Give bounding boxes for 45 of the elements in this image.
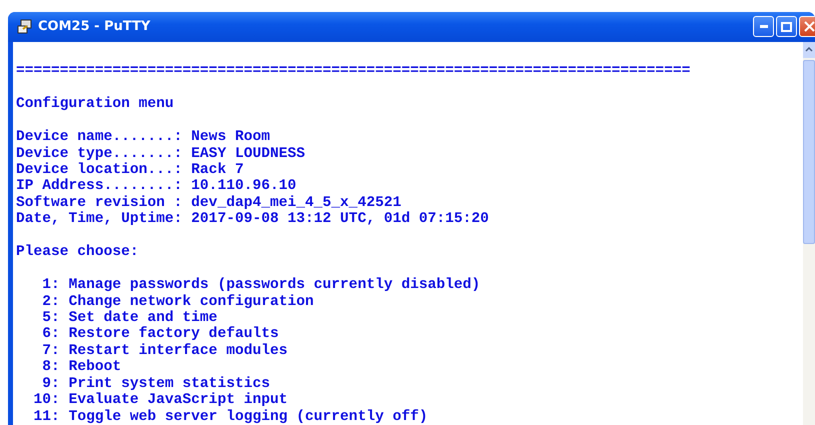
option-number: 11: xyxy=(34,408,60,425)
option-number: 7: xyxy=(41,342,60,359)
option-number: 9: xyxy=(41,376,60,392)
option-number: 1: xyxy=(41,277,60,294)
close-button[interactable] xyxy=(799,16,815,38)
maximize-button[interactable] xyxy=(776,16,797,38)
option-label: Print system statistics xyxy=(68,376,270,392)
option-label: Change network configuration xyxy=(68,294,314,310)
option-number: 5: xyxy=(41,310,60,326)
option-label: Restore factory defaults xyxy=(68,326,279,342)
option-label: Manage passwords (passwords currently disabled) xyxy=(68,277,480,294)
info-label: IP Address........: xyxy=(16,178,182,194)
option-label: Restart interface modules xyxy=(68,342,288,359)
info-value: 10.110.96.10 xyxy=(191,178,296,194)
info-label: Date, Time, Uptime: xyxy=(16,211,182,228)
info-value: EASY LOUDNESS xyxy=(191,146,306,162)
option-number: 6: xyxy=(41,326,60,342)
info-value: Rack 7 xyxy=(191,162,244,178)
scroll-up-button[interactable] xyxy=(803,42,815,58)
info-label: Software revision : xyxy=(16,194,182,211)
maximize-icon xyxy=(781,22,792,32)
separator-line: ============================================================================= xyxy=(16,63,690,80)
info-value: News Room xyxy=(191,129,270,146)
menu-heading: Configuration menu xyxy=(16,96,174,112)
info-label: Device name.......: xyxy=(16,129,182,146)
minimize-icon xyxy=(760,25,768,28)
computer-icon xyxy=(17,18,33,35)
option-number: 8: xyxy=(41,359,60,376)
info-label: Device location...: xyxy=(16,162,182,178)
minimize-button[interactable] xyxy=(753,16,774,38)
scrollbar[interactable] xyxy=(803,42,815,425)
option-label: Toggle web server logging (currently off) xyxy=(68,408,428,425)
prompt-text: Please choose: xyxy=(16,244,139,260)
option-number: 10: xyxy=(34,392,60,408)
info-label: Device type.......: xyxy=(16,146,182,162)
scroll-thumb[interactable] xyxy=(803,60,815,244)
chevron-up-icon xyxy=(805,47,813,52)
close-icon xyxy=(804,21,815,32)
option-label: Evaluate JavaScript input xyxy=(68,392,288,408)
info-value: dev_dap4_mei_4_5_x_42521 xyxy=(191,194,402,211)
option-label: Reboot xyxy=(68,359,122,376)
info-value: 2017-09-08 13:12 UTC, 01d 07:15:20 xyxy=(191,211,489,228)
option-number: 2: xyxy=(41,294,60,310)
window-title: COM25 - PuTTY xyxy=(38,19,150,34)
option-label: Set date and time xyxy=(68,310,218,326)
